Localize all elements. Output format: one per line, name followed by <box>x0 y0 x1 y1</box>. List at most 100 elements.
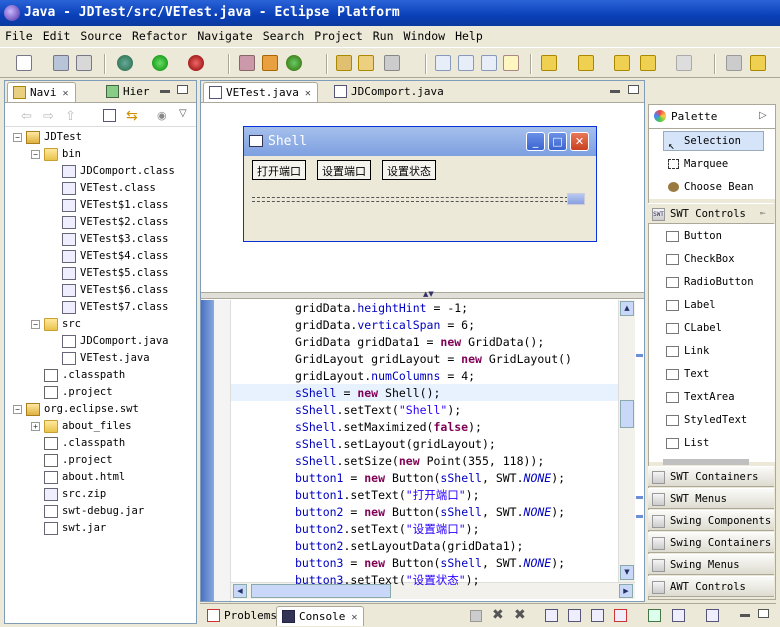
run-icon[interactable] <box>152 55 168 71</box>
save-icon[interactable] <box>53 55 69 71</box>
editor-vertical-scrollbar[interactable]: ▲ ▼ <box>618 300 635 582</box>
menu-search[interactable]: Search <box>258 26 310 43</box>
link-with-editor-icon[interactable]: ⇆ <box>126 108 138 124</box>
remove-all-icon[interactable]: ✖ <box>514 607 526 623</box>
tree-item[interactable]: VETest$6.class <box>49 282 169 299</box>
tree-item[interactable]: src.zip <box>31 486 106 503</box>
palette-tool-selection[interactable]: ↖ Selection <box>668 130 741 152</box>
code-line[interactable]: GridLayout gridLayout = new GridLayout() <box>295 351 572 368</box>
palette-tool-marquee[interactable]: Marquee <box>668 153 728 175</box>
show-console-icon[interactable] <box>591 609 604 622</box>
code-line[interactable]: gridData.heightHint = -1; <box>295 300 468 317</box>
tree-item[interactable]: VETest$3.class <box>49 231 169 248</box>
menu-icon[interactable]: ◉ <box>157 109 167 122</box>
back-arrow-icon[interactable]: ⇦ <box>21 109 32 124</box>
menu-window[interactable]: Window <box>399 26 451 43</box>
tree-item[interactable]: − bin <box>31 146 81 163</box>
perspective-icon[interactable] <box>750 55 766 71</box>
toggle-mark-icon[interactable] <box>458 55 474 71</box>
minimize-icon[interactable] <box>610 90 620 93</box>
palette-item-button[interactable]: Button <box>666 225 722 247</box>
prev-annotation-icon[interactable] <box>578 55 594 71</box>
tree-item[interactable]: swt-debug.jar <box>31 503 144 520</box>
open-port-button[interactable]: 打开端口 <box>252 160 306 180</box>
external-tools-icon[interactable] <box>188 55 204 71</box>
drawer-swing-components[interactable]: Swing Components <box>648 510 774 531</box>
open-folder-icon[interactable] <box>358 55 374 71</box>
new-icon[interactable] <box>16 55 32 71</box>
scroll-up-icon[interactable]: ▲ <box>620 301 634 316</box>
set-status-button[interactable]: 设置状态 <box>382 160 436 180</box>
maximize-icon[interactable] <box>758 609 769 618</box>
tree-item[interactable]: VETest$4.class <box>49 248 169 265</box>
tree-expander-icon[interactable]: − <box>13 132 22 142</box>
splitter-arrows-icon[interactable]: ▲▼ <box>423 290 434 298</box>
new-java-project-icon[interactable] <box>239 55 255 71</box>
minimize-icon[interactable] <box>160 90 170 93</box>
menu-file[interactable]: File <box>0 26 38 43</box>
drawer-swt-controls[interactable]: SWT SWT Controls ⟜ <box>648 203 774 224</box>
tab-console[interactable]: Console ✕ <box>276 606 365 626</box>
pin-console-icon[interactable] <box>614 609 627 622</box>
text-control-placeholder[interactable] <box>252 197 568 202</box>
tree-item[interactable]: + about_files <box>31 418 132 435</box>
menu-source[interactable]: Source <box>75 26 127 43</box>
tree-item[interactable]: .classpath <box>31 367 125 384</box>
tree-item[interactable]: − JDTest <box>13 129 82 146</box>
scroll-thumb[interactable] <box>567 193 585 205</box>
tree-item[interactable]: JDComport.class <box>49 163 175 180</box>
clear-console-icon[interactable] <box>545 609 558 622</box>
tree-item[interactable]: VETest$2.class <box>49 214 169 231</box>
scroll-left-icon[interactable]: ◀ <box>233 584 247 598</box>
palette-item-label[interactable]: Label <box>666 294 716 316</box>
set-port-button[interactable]: 设置端口 <box>317 160 371 180</box>
palette-item-text[interactable]: Text <box>666 363 709 385</box>
code-line[interactable]: GridData gridData1 = new GridData(); <box>295 334 544 351</box>
close-icon[interactable]: ✕ <box>63 88 69 99</box>
scroll-right-icon[interactable]: ▶ <box>619 584 633 598</box>
palette-item-radiobutton[interactable]: RadioButton <box>666 271 754 293</box>
tree-expander-icon[interactable]: − <box>13 404 22 414</box>
code-line[interactable]: sShell.setSize(new Point(355, 118)); <box>295 453 544 470</box>
maximize-icon[interactable] <box>177 85 188 94</box>
menu-edit[interactable]: Edit <box>38 26 76 43</box>
tab-jdcomport-java[interactable]: JDComport.java <box>329 82 450 102</box>
drawer-swt-containers[interactable]: SWT Containers <box>648 466 774 487</box>
tree-item[interactable]: .project <box>31 384 113 401</box>
tab-hierarchy[interactable]: Hier <box>101 82 156 102</box>
print-icon[interactable] <box>76 55 92 71</box>
code-line[interactable]: sShell.setMaximized(false); <box>295 419 482 436</box>
code-line[interactable]: gridData.verticalSpan = 6; <box>295 317 475 334</box>
code-line[interactable]: sShell.setText("Shell"); <box>295 402 461 419</box>
palette-item-checkbox[interactable]: CheckBox <box>666 248 735 270</box>
display-selected-console-icon[interactable] <box>672 609 685 622</box>
shell-preview[interactable]: Shell _ □ ✕ 打开端口 设置端口 设置状态 <box>243 126 597 242</box>
new-package-icon[interactable] <box>262 55 278 71</box>
tree-expander-icon[interactable]: − <box>31 149 40 159</box>
tree-item[interactable]: JDComport.java <box>49 333 169 350</box>
new-class-icon[interactable] <box>286 55 302 71</box>
next-annotation-icon[interactable] <box>541 55 557 71</box>
minimize-icon[interactable]: _ <box>526 132 545 151</box>
tab-navigator[interactable]: Navi ✕ <box>7 82 76 102</box>
code-line[interactable]: button2.setLayoutData(gridData1); <box>295 538 523 555</box>
tree-item[interactable]: VETest.java <box>49 350 150 367</box>
tab-problems[interactable]: Problems <box>202 606 283 626</box>
scroll-thumb[interactable] <box>620 400 634 428</box>
new-console-icon[interactable] <box>706 609 719 622</box>
toggle-whitespace-icon[interactable] <box>435 55 451 71</box>
collapse-all-icon[interactable] <box>103 109 116 122</box>
menu-refactor[interactable]: Refactor <box>127 26 192 43</box>
delete-icon[interactable] <box>726 55 742 71</box>
view-menu-chevron-icon[interactable]: ▽ <box>179 108 187 119</box>
code-line[interactable]: button2.setText("设置端口"); <box>295 521 480 538</box>
close-icon[interactable]: ✕ <box>351 612 357 623</box>
menu-project[interactable]: Project <box>309 26 367 43</box>
tree-item[interactable]: about.html <box>31 469 125 486</box>
tree-expander-icon[interactable]: − <box>31 319 40 329</box>
debug-icon[interactable] <box>117 55 133 71</box>
palette-item-textarea[interactable]: TextArea <box>666 386 735 408</box>
maximize-icon[interactable] <box>628 85 639 94</box>
tree-item[interactable]: swt.jar <box>31 520 106 537</box>
code-line[interactable]: sShell.setLayout(gridLayout); <box>295 436 496 453</box>
